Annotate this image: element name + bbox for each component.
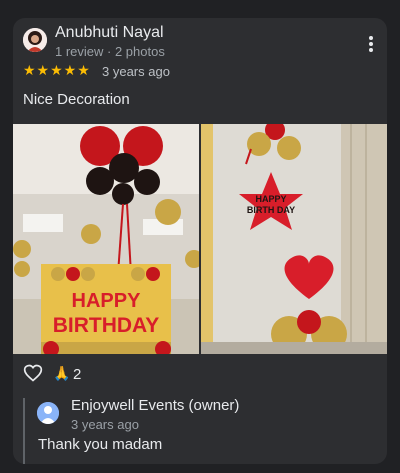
reply-divider — [23, 398, 25, 464]
star-text: HAPPY — [255, 194, 286, 204]
heart-icon[interactable] — [23, 363, 43, 388]
review-card: Anubhuti Nayal 1 review · 2 photos ★★★★★… — [13, 18, 387, 464]
svg-text:BIRTH DAY: BIRTH DAY — [247, 205, 295, 215]
reaction-count: 2 — [73, 366, 82, 383]
owner-name: Enjoywell Events (owner) — [71, 397, 240, 414]
owner-avatar — [37, 402, 59, 424]
owner-reply-text: Thank you madam — [38, 436, 163, 453]
author-avatar[interactable] — [23, 28, 47, 52]
more-options-icon[interactable] — [369, 36, 373, 52]
owner-reply-time: 3 years ago — [71, 417, 139, 432]
author-meta: 1 review · 2 photos — [55, 44, 165, 59]
review-photo-2[interactable]: HAPPY BIRTH DAY — [201, 124, 387, 354]
review-time: 3 years ago — [102, 64, 170, 79]
author-name[interactable]: Anubhuti Nayal — [55, 24, 164, 42]
rating-stars: ★★★★★ — [23, 62, 91, 78]
banner-text-happy: HAPPY — [72, 290, 142, 312]
review-photo-1[interactable]: HAPPY BIRTHDAY — [13, 124, 199, 354]
review-text: Nice Decoration — [23, 91, 130, 108]
thanks-reaction-icon[interactable]: 🙏 — [53, 365, 70, 382]
banner-text-birthday: BIRTHDAY — [53, 314, 160, 337]
